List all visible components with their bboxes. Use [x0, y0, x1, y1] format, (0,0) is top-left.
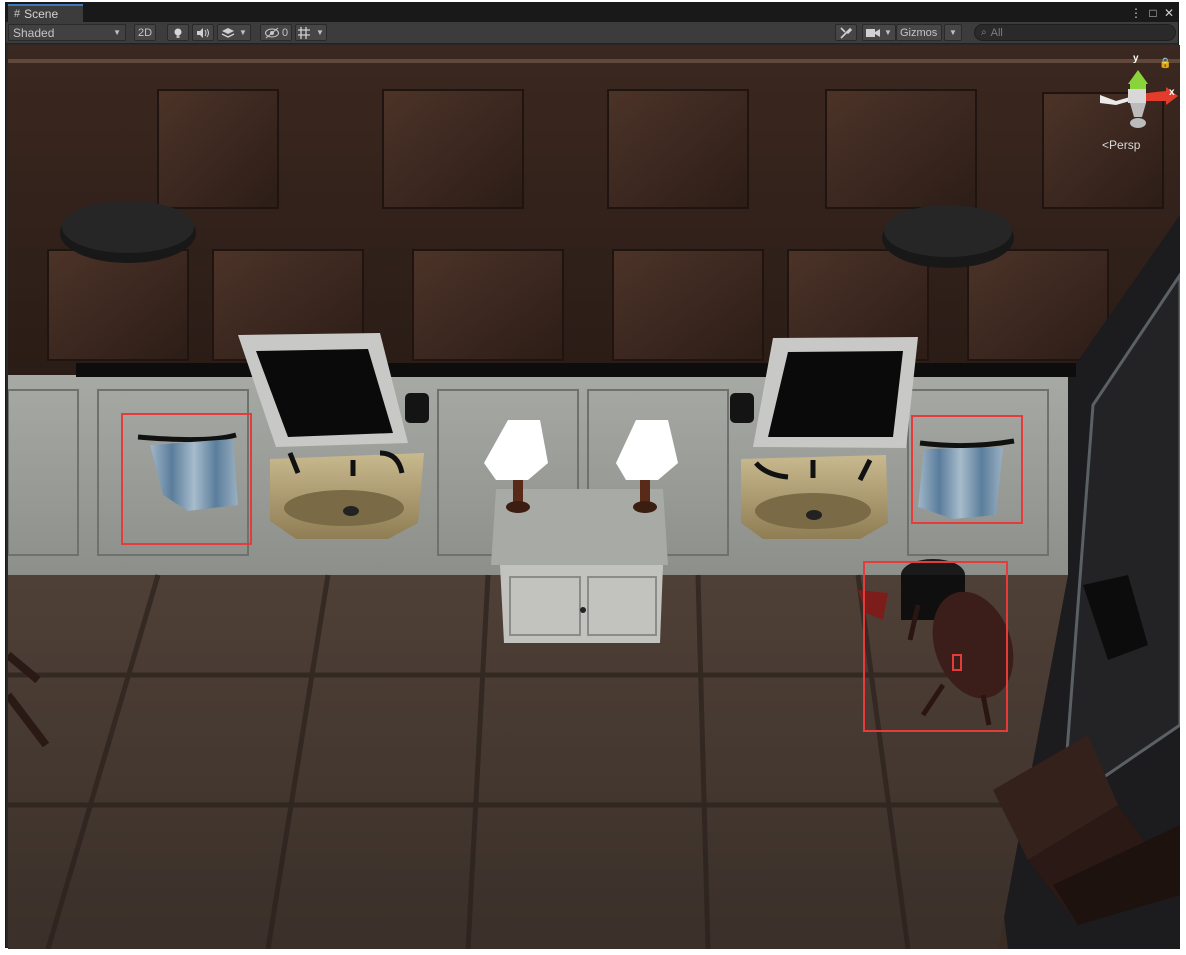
tools-button[interactable] — [835, 24, 857, 41]
search-icon: ⌕ — [981, 27, 987, 38]
tab-scene[interactable]: # Scene — [8, 4, 83, 22]
chevron-down-icon: ▼ — [949, 28, 957, 37]
scene-window: # Scene ⋮ □ ✕ Shaded ▼ 2D ▼ 0 ▼ ▼ Gizmos… — [5, 2, 1180, 949]
scene-hash-icon: # — [14, 8, 21, 20]
projection-toggle[interactable]: <Persp — [1102, 138, 1140, 152]
search-input[interactable]: ⌕ All — [974, 24, 1176, 41]
search-placeholder: All — [990, 26, 1003, 39]
close-icon[interactable]: ✕ — [1161, 3, 1177, 22]
draw-mode-dropdown[interactable]: Shaded ▼ — [8, 24, 126, 41]
grid-dropdown[interactable]: ▼ — [295, 24, 327, 41]
hidden-objects-toggle[interactable]: 0 — [260, 24, 292, 41]
speaker-icon — [197, 27, 209, 38]
lock-icon[interactable]: 🔒 — [1159, 58, 1171, 69]
scene-render — [8, 45, 1180, 949]
chevron-down-icon: ▼ — [113, 28, 121, 37]
grid-icon — [298, 26, 311, 39]
gizmos-button[interactable]: Gizmos — [896, 24, 942, 41]
chevron-down-icon: ▼ — [239, 28, 247, 37]
effects-dropdown[interactable]: ▼ — [217, 24, 251, 41]
tab-bar: # Scene ⋮ □ ✕ — [6, 3, 1178, 22]
projection-label: Persp — [1109, 138, 1141, 152]
scene-toolbar: Shaded ▼ 2D ▼ 0 ▼ ▼ Gizmos ▼ ⌕ All — [6, 22, 1178, 44]
draw-mode-label: Shaded — [13, 25, 55, 40]
gizmo-y-label: y — [1133, 53, 1139, 64]
camera-dropdown[interactable]: ▼ — [862, 24, 896, 41]
gizmo-x-label: x — [1169, 87, 1175, 98]
wrench-icon — [840, 26, 852, 39]
eye-slash-icon — [265, 27, 279, 38]
scene-viewport[interactable]: y x 🔒 <Persp — [8, 45, 1180, 949]
toggle-2d-label: 2D — [137, 26, 153, 39]
layers-icon — [221, 27, 235, 38]
chevron-down-icon: ▼ — [316, 28, 324, 37]
lighting-toggle-button[interactable] — [167, 24, 189, 41]
chevron-down-icon: ▼ — [884, 28, 892, 37]
tab-scene-label: Scene — [24, 7, 59, 21]
hidden-count: 0 — [282, 26, 289, 39]
gizmos-label: Gizmos — [900, 26, 938, 39]
audio-toggle-button[interactable] — [192, 24, 214, 41]
window-menu-icon[interactable]: ⋮ — [1128, 3, 1144, 22]
lightbulb-icon — [174, 28, 182, 38]
camera-icon — [866, 28, 881, 37]
gizmos-dropdown[interactable]: ▼ — [944, 24, 962, 41]
maximize-icon[interactable]: □ — [1145, 3, 1161, 22]
toggle-2d-button[interactable]: 2D — [134, 24, 156, 41]
perspective-icon: < — [1102, 138, 1110, 152]
